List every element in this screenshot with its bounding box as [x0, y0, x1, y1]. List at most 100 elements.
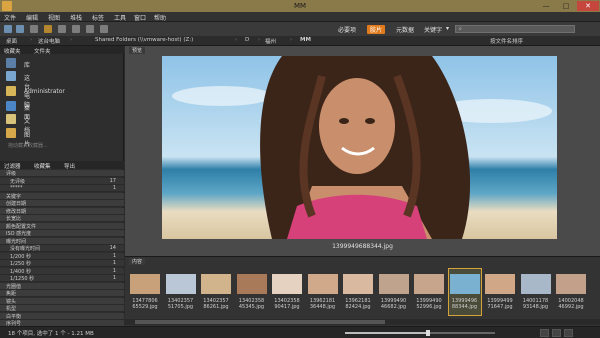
thumbnail-image[interactable]: [165, 274, 196, 294]
filter-category[interactable]: 评级: [0, 170, 124, 177]
thumbnail-image[interactable]: [485, 274, 515, 294]
grid-view-icon[interactable]: [540, 329, 549, 337]
filter-category[interactable]: 机型: [0, 305, 124, 312]
favorites-tabs: 收藏夹 文件夹: [0, 46, 124, 55]
thumbnail-label[interactable]: 13402358 90417.jpg: [269, 298, 305, 310]
filter-option[interactable]: ***** 1: [0, 185, 124, 192]
filter-option[interactable]: 1/200 秒 1: [0, 252, 124, 260]
filter-category[interactable]: 修改日期: [0, 207, 124, 215]
workspace-metadata[interactable]: 元数据: [396, 25, 414, 34]
filter-option[interactable]: 无评级 17: [0, 177, 124, 185]
sort-dropdown[interactable]: 按文件名排序: [490, 37, 523, 45]
thumbnail-image[interactable]: [343, 274, 373, 294]
filter-category[interactable]: 创建日期: [0, 200, 124, 207]
thumbnail-label[interactable]: 13999499 71647.jpg: [482, 298, 518, 310]
thumbnail-image[interactable]: [378, 274, 409, 294]
menu-label[interactable]: 标签: [92, 13, 104, 22]
camera-icon[interactable]: [58, 25, 66, 33]
filter-category[interactable]: 曝光时间: [0, 237, 124, 245]
thumbnail-label[interactable]: 13402358 45345.jpg: [234, 298, 270, 310]
filter-category[interactable]: 关键字: [0, 192, 124, 200]
tab-preview[interactable]: 预览: [129, 47, 146, 54]
filter-option[interactable]: 1/250 秒 1: [0, 260, 124, 267]
crumb-desktop[interactable]: 桌面: [6, 37, 17, 45]
filter-tabs: 过滤器 收藏集 导出: [0, 161, 124, 170]
thumbnail-label[interactable]: 13402357 51705.jpg: [163, 298, 199, 310]
filter-count: 1: [112, 185, 116, 191]
open-in-camera-raw-icon[interactable]: [86, 25, 94, 33]
menu-window[interactable]: 窗口: [134, 13, 146, 22]
thumbnail-image[interactable]: [520, 274, 551, 294]
thumbnail-image[interactable]: [414, 274, 444, 294]
crumb-this-pc[interactable]: 这台电脑: [38, 37, 60, 45]
thumbnail-label[interactable]: 14001178 93148.jpg: [518, 298, 554, 310]
filmstrip-scrollbar[interactable]: [125, 319, 600, 325]
thumbnail-label[interactable]: 13477806 65529.jpg: [127, 298, 163, 310]
maximize-button[interactable]: □: [559, 1, 573, 11]
thumbnail-label[interactable]: 13962181 82424.jpg: [340, 298, 376, 310]
thumbnail-image[interactable]: [272, 274, 302, 294]
tab-collections[interactable]: 收藏集: [34, 162, 51, 170]
output-icon[interactable]: [100, 25, 108, 33]
details-view-icon[interactable]: [552, 329, 561, 337]
left-panel: 收藏夹 文件夹 库 这台电脑 Administrator 桌面 文档 图片 拖动…: [0, 46, 124, 327]
menu-help[interactable]: 帮助: [154, 13, 166, 22]
menu-view[interactable]: 视图: [48, 13, 60, 22]
thumbnail-image[interactable]: [449, 274, 480, 294]
tab-filter[interactable]: 过滤器: [4, 162, 21, 170]
slider-knob[interactable]: [425, 330, 430, 336]
thumbnail-label[interactable]: 14002048 46992.jpg: [553, 298, 589, 310]
close-button[interactable]: ✕: [577, 1, 599, 11]
workspace-essentials[interactable]: 必要项: [338, 25, 356, 34]
tab-export[interactable]: 导出: [64, 162, 75, 170]
tab-folders[interactable]: 文件夹: [34, 47, 51, 55]
return-icon[interactable]: [44, 25, 52, 33]
thumbnail-size-slider[interactable]: [345, 330, 495, 336]
filter-option[interactable]: 1/400 秒 1: [0, 267, 124, 275]
workspace-menu-chevron-icon[interactable]: ▾: [446, 25, 449, 32]
filter-category[interactable]: 颜色配置文件: [0, 222, 124, 230]
workspace-filmstrip[interactable]: 胶片: [367, 25, 386, 34]
crumb-fuzhou[interactable]: 福州: [265, 37, 276, 45]
menu-edit[interactable]: 编辑: [26, 13, 38, 22]
crumb-shared-folders[interactable]: Shared Folders (\\vmware-host) (Z:): [95, 37, 193, 43]
thumbnail-image[interactable]: [201, 274, 231, 294]
workspace-keywords[interactable]: 关键字: [424, 25, 442, 34]
forward-icon[interactable]: [16, 25, 24, 33]
refine-icon[interactable]: [72, 25, 80, 33]
list-view-icon[interactable]: [564, 329, 573, 337]
crumb-mm[interactable]: MM: [300, 37, 311, 43]
tab-favorites[interactable]: 收藏夹: [4, 47, 21, 55]
thumbnail-image[interactable]: [307, 274, 338, 294]
filter-category[interactable]: 焦距: [0, 290, 124, 297]
app-icon[interactable]: [2, 1, 12, 11]
favorites-drag-hint: 拖动藏夹收藏器...: [8, 143, 48, 149]
recent-folder-icon[interactable]: [30, 25, 38, 33]
thumbnail-image[interactable]: [130, 274, 160, 294]
back-icon[interactable]: [4, 25, 12, 33]
filter-option[interactable]: 没有曝光时间 14: [0, 245, 124, 252]
thumbnail-label[interactable]: 13999496 88344.jpg: [447, 298, 483, 310]
menu-file[interactable]: 文件: [4, 13, 16, 22]
menu-stack[interactable]: 堆栈: [70, 13, 82, 22]
thumbnail-label[interactable]: 13962181 36448.jpg: [305, 298, 341, 310]
thumbnail-image[interactable]: [556, 274, 586, 294]
filter-option[interactable]: 1/1250 秒 1: [0, 275, 124, 282]
filter-category[interactable]: 光圈值: [0, 282, 124, 290]
scrollbar-thumb[interactable]: [135, 320, 385, 324]
thumbnail-label[interactable]: 13402357 86261.jpg: [198, 298, 234, 310]
search-input[interactable]: ⌕: [455, 25, 575, 33]
filter-category[interactable]: 白平衡: [0, 312, 124, 320]
thumbnail-image[interactable]: [236, 274, 267, 294]
filter-category[interactable]: 镜头: [0, 297, 124, 305]
menu-tools[interactable]: 工具: [114, 13, 126, 22]
crumb-d[interactable]: D: [245, 37, 249, 43]
filter-label: 创建日期: [6, 201, 27, 207]
menu-bar: 文件 编辑 视图 堆栈 标签 工具 窗口 帮助: [0, 12, 600, 22]
thumbnail-label[interactable]: 13999490 46682.jpg: [376, 298, 412, 310]
filter-category[interactable]: ISO 感光度: [0, 230, 124, 237]
minimize-button[interactable]: —: [539, 1, 553, 11]
thumbnail-label[interactable]: 13999490 52996.jpg: [411, 298, 447, 310]
filter-category[interactable]: 长宽比: [0, 215, 124, 222]
tab-content[interactable]: 内容: [129, 258, 146, 265]
